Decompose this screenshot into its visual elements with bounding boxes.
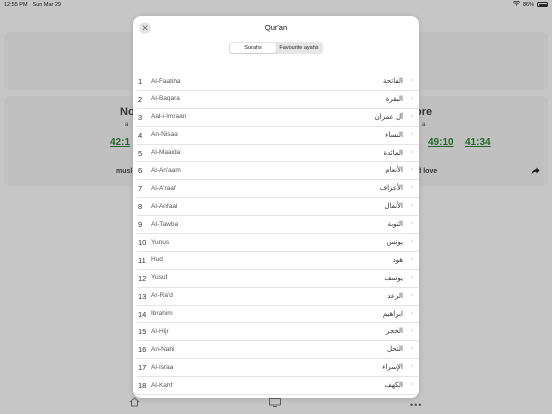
surah-row[interactable]: 16 An-Nahl النحل ›	[137, 341, 419, 360]
surah-number: 3	[138, 112, 143, 122]
surah-name-arabic: الأنعام	[385, 166, 403, 175]
surah-row[interactable]: 7 Al-A'raaf الأعراف ›	[137, 180, 419, 199]
quran-modal: ✕ Qur'an Surahs Favourite ayahs 1 Al-Faat…	[133, 16, 419, 398]
chevron-right-icon: ›	[410, 130, 413, 138]
surah-number: 13	[138, 291, 147, 301]
surah-name-english: An-Nahl	[151, 345, 175, 353]
surah-number: 15	[138, 327, 147, 337]
surah-number: 17	[138, 363, 147, 373]
tab-favourite-ayahs[interactable]: Favourite ayahs	[276, 43, 322, 53]
surah-number: 4	[138, 130, 143, 140]
surah-name-arabic: الإسراء	[382, 363, 403, 372]
chevron-right-icon: ›	[410, 255, 413, 263]
surah-row[interactable]: 1 Al-Faatiha الفاتحة ›	[137, 73, 419, 91]
surah-name-arabic: يونس	[386, 238, 403, 247]
surah-name-english: Hud	[151, 256, 163, 264]
surah-name-english: Al-Israa	[151, 363, 174, 371]
surah-number: 7	[138, 184, 143, 194]
surah-name-arabic: التوبة	[387, 220, 403, 229]
surah-name-arabic: يوسف	[384, 273, 403, 282]
modal-header: ✕ Qur'an	[133, 16, 419, 40]
surah-number: 10	[138, 238, 147, 248]
surah-name-arabic: الرعد	[387, 291, 403, 300]
tab-surahs[interactable]: Surahs	[230, 43, 276, 53]
surah-list: 1 Al-Faatiha الفاتحة › 2 Al-Baqara البقرة › 3 Aal…	[133, 73, 419, 398]
surah-name-arabic: ابراهيم	[382, 309, 403, 318]
surah-number: 16	[138, 345, 147, 355]
surah-number: 8	[138, 202, 143, 212]
surah-number: 1	[138, 77, 143, 86]
surah-name-english: Al-Faatiha	[151, 77, 181, 85]
surah-row[interactable]: 19Maryamمريم›	[137, 395, 419, 398]
surah-name-arabic: آل عمران	[374, 112, 403, 121]
surah-name-arabic: البقرة	[385, 94, 403, 103]
surah-row[interactable]: 3 Aal-i-Imraan آل عمران ›	[137, 109, 419, 127]
chevron-right-icon: ›	[410, 363, 413, 371]
surah-row[interactable]: 10 Yunus يونس ›	[137, 234, 419, 252]
surah-name-arabic: الأعراف	[379, 184, 403, 193]
chevron-right-icon: ›	[410, 381, 413, 389]
surah-name-english: Al-A'raaf	[151, 184, 176, 192]
surah-name-english: Ibrahim	[151, 310, 173, 318]
chevron-right-icon: ›	[410, 112, 413, 120]
modal-title: Qur'an	[264, 23, 288, 32]
surah-name-english: Ar-Ra'd	[151, 292, 173, 300]
chevron-right-icon: ›	[410, 309, 413, 317]
surah-number: 2	[138, 94, 143, 104]
surah-name-arabic: الأنفال	[384, 202, 403, 211]
surah-row[interactable]: 18 Al-Kahf الكهف ›	[137, 377, 419, 396]
surah-row[interactable]: 13 Ar-Ra'd الرعد ›	[137, 288, 419, 306]
chevron-right-icon: ›	[410, 202, 413, 210]
surah-name-english: Aal-i-Imraan	[151, 113, 187, 121]
surah-row[interactable]: 8 Al-Anfaal الأنفال ›	[137, 198, 419, 217]
surah-row[interactable]: 2 Al-Baqara البقرة ›	[137, 91, 419, 109]
surah-row[interactable]: 14 Ibrahim ابراهيم ›	[137, 306, 419, 324]
chevron-right-icon: ›	[410, 184, 413, 192]
surah-number: 5	[138, 148, 143, 158]
surah-row[interactable]: 11 Hud هود ›	[137, 252, 419, 270]
surah-name-english: Al-Baqara	[151, 95, 180, 103]
chevron-right-icon: ›	[410, 291, 413, 299]
surah-number: 18	[138, 381, 147, 391]
surah-name-english: Yusuf	[151, 274, 168, 282]
chevron-right-icon: ›	[410, 148, 413, 156]
surah-name-english: An-Nisaa	[151, 131, 178, 139]
surah-number: 11	[138, 255, 146, 265]
chevron-right-icon: ›	[410, 327, 413, 335]
surah-name-arabic: الحجر	[386, 327, 403, 336]
surah-row[interactable]: 17 Al-Israa الإسراء ›	[137, 359, 419, 378]
surah-number: 12	[138, 273, 147, 283]
surah-name-arabic: المائدة	[383, 148, 403, 157]
chevron-right-icon: ›	[410, 273, 413, 281]
surah-number: 14	[138, 309, 147, 319]
surah-row[interactable]: 4 An-Nisaa النساء ›	[137, 127, 419, 145]
surah-name-arabic: الكهف	[384, 381, 403, 390]
chevron-right-icon: ›	[410, 220, 413, 228]
chevron-right-icon: ›	[410, 166, 413, 174]
segmented-control: Surahs Favourite ayahs	[229, 42, 323, 54]
surah-name-english: Al-An'aam	[151, 166, 181, 174]
surah-row[interactable]: 9 At-Tawba التوبة ›	[137, 216, 419, 235]
surah-name-arabic: النساء	[385, 130, 403, 139]
chevron-right-icon: ›	[410, 238, 413, 246]
surah-name-english: Al-Maaida	[151, 149, 181, 157]
surah-name-arabic: الفاتحة	[383, 77, 403, 85]
surah-name-arabic: النحل	[386, 345, 403, 354]
surah-name-english: Al-Anfaal	[151, 202, 178, 210]
surah-name-english: Al-Hijr	[151, 327, 169, 335]
chevron-right-icon: ›	[410, 345, 413, 353]
surah-row[interactable]: 6 Al-An'aam الأنعام ›	[137, 162, 419, 181]
surah-row[interactable]: 15 Al-Hijr الحجر ›	[137, 323, 419, 342]
surah-name-arabic: هود	[392, 255, 403, 264]
chevron-right-icon: ›	[410, 94, 413, 102]
surah-number: 6	[138, 166, 143, 176]
surah-name-english: At-Tawba	[151, 220, 179, 228]
surah-row[interactable]: 5 Al-Maaida المائدة ›	[137, 145, 419, 163]
surah-number: 9	[138, 220, 143, 230]
chevron-right-icon: ›	[410, 77, 413, 84]
surah-name-english: Al-Kahf	[151, 381, 173, 389]
surah-name-english: Yunus	[151, 238, 170, 246]
surah-row[interactable]: 12 Yusuf يوسف ›	[137, 270, 419, 288]
